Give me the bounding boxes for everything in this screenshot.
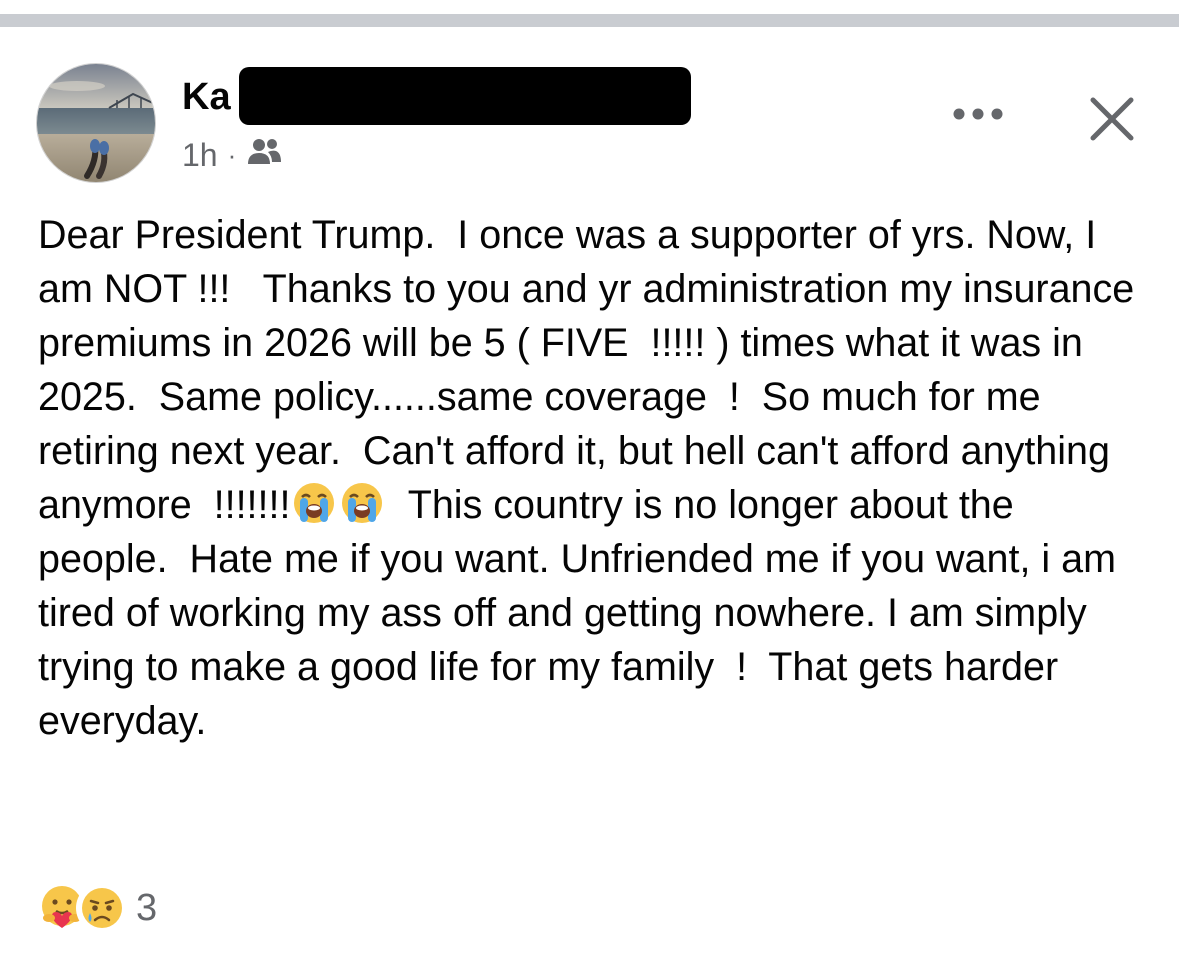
friends-icon [246,136,282,174]
loudly-crying-face-emoji [340,481,384,525]
post-card: Ka 1h · Dear President Trump. I once was… [0,27,1179,969]
post-body: Dear President Trump. I once was a suppo… [38,208,1148,748]
feed-divider [0,14,1179,27]
more-options-button[interactable] [950,101,1006,131]
author-name[interactable]: Ka [182,75,231,119]
post-header: Ka 1h · [36,63,1146,183]
reaction-summary[interactable]: 3 [36,882,157,934]
post-meta: 1h · [182,135,282,175]
redaction-bar [239,67,691,125]
author-avatar[interactable] [36,63,156,183]
more-horizontal-icon [952,107,1004,126]
sad-reaction-icon [76,882,128,934]
post-timestamp[interactable]: 1h [182,137,218,174]
close-button[interactable] [1086,95,1138,147]
post-body-text: Dear President Trump. I once was a suppo… [38,213,1146,527]
meta-separator: · [227,139,237,170]
close-icon [1089,96,1135,147]
reaction-count: 3 [136,886,158,929]
loudly-crying-face-emoji [292,481,336,525]
